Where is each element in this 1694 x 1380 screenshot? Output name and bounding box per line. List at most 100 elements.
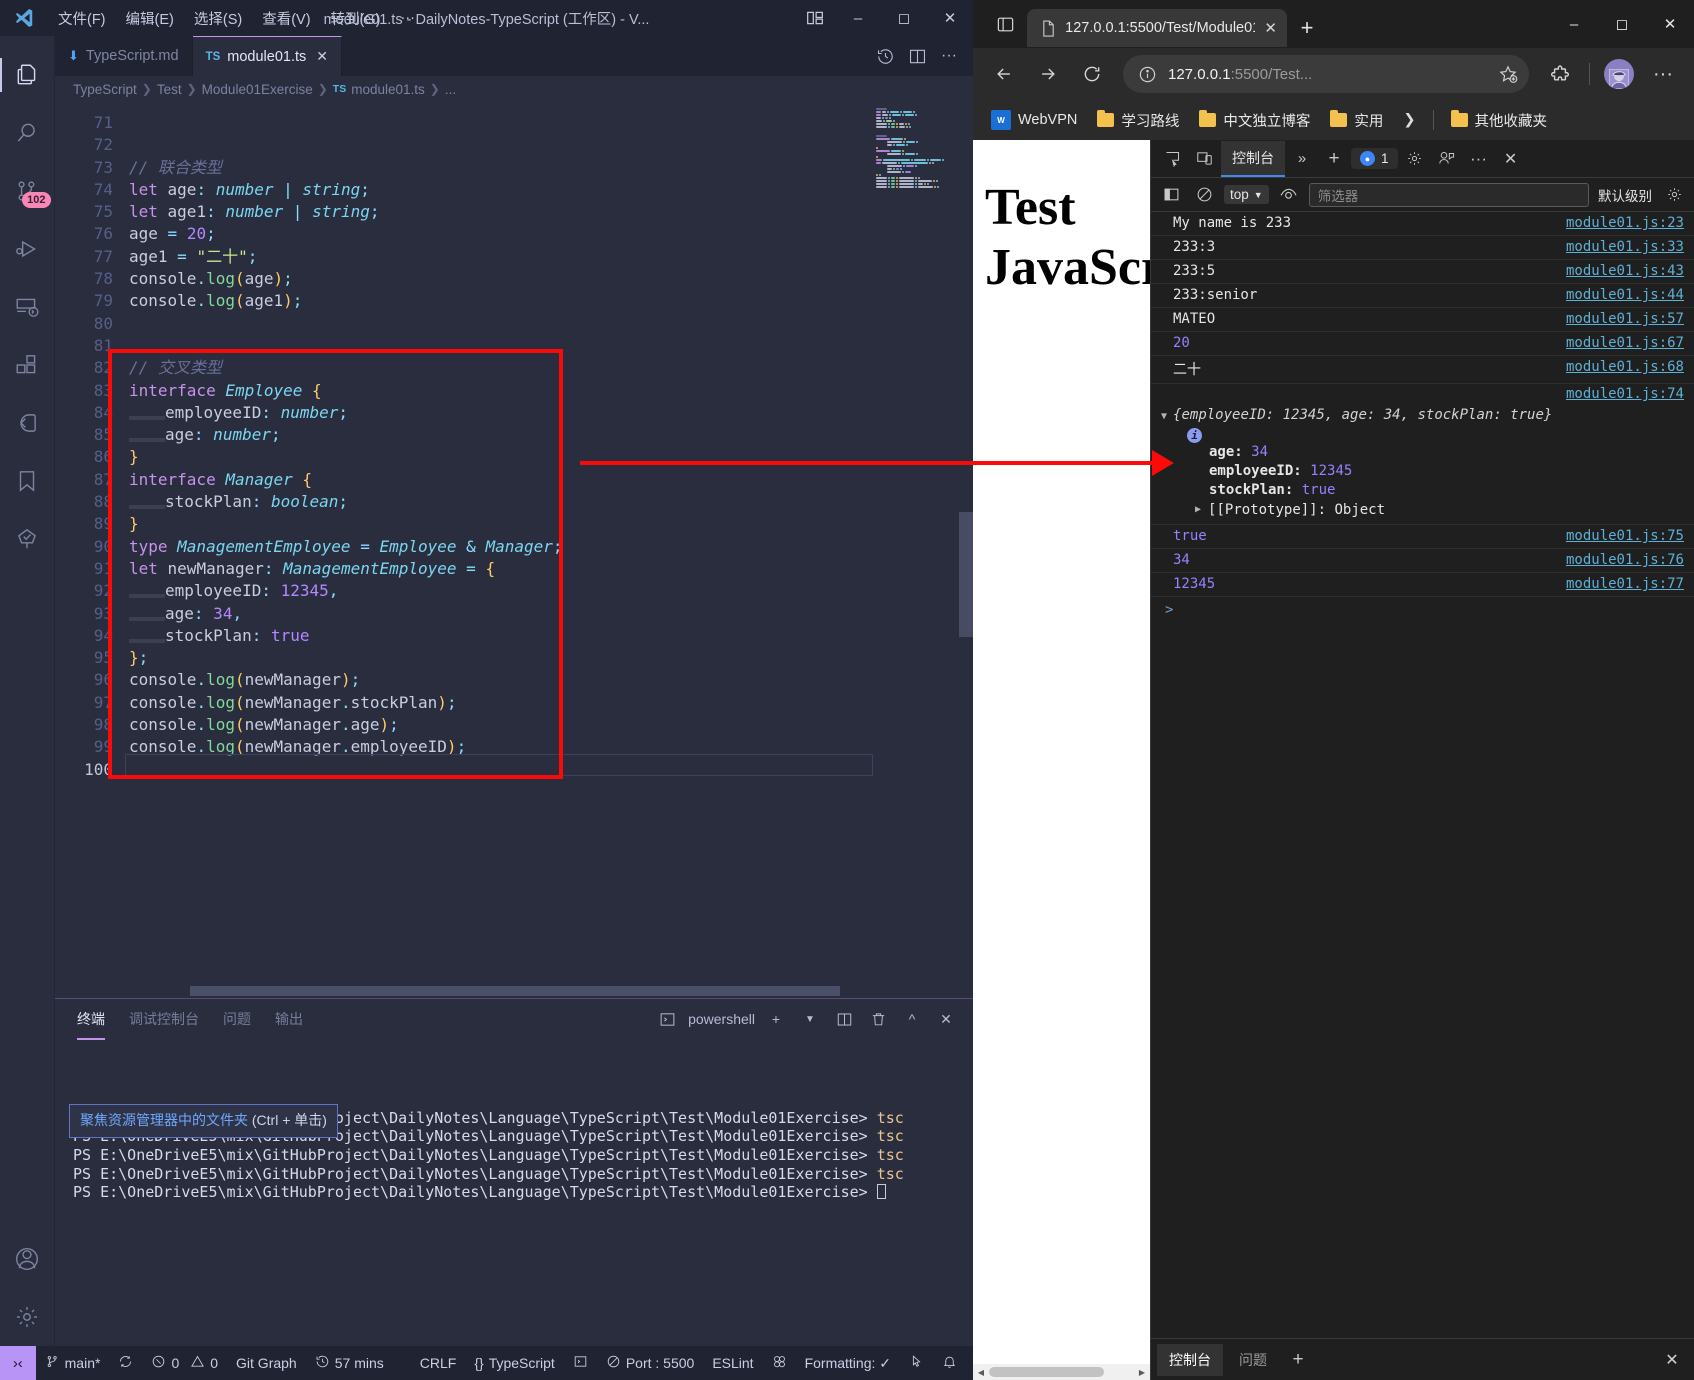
breadcrumb-item-1[interactable]: Test xyxy=(157,82,182,97)
split-terminal-icon[interactable] xyxy=(831,1006,857,1032)
breadcrumb-item-2[interactable]: Module01Exercise xyxy=(202,82,313,97)
console-message-row[interactable]: My name is 233 module01.js:23 xyxy=(1151,212,1694,236)
sidebar-item-extensions[interactable] xyxy=(0,336,55,394)
status-problems[interactable]: 0 0 xyxy=(142,1346,227,1380)
menu-edit[interactable]: 编辑(E) xyxy=(116,5,184,32)
menu-more[interactable]: ··· xyxy=(390,7,425,29)
bookmarks-overflow-icon[interactable]: ❯ xyxy=(1395,108,1423,132)
console-object-row[interactable]: module01.js:74 ▼ {employeeID: 12345, age: … xyxy=(1151,384,1694,525)
status-terminal-toggle[interactable] xyxy=(564,1346,597,1380)
scroll-right-arrow-icon[interactable]: ▶ xyxy=(1134,1364,1150,1380)
breadcrumb-item-3[interactable]: module01.ts xyxy=(351,82,425,97)
window-close-button[interactable]: ✕ xyxy=(927,0,973,36)
feedback-icon[interactable] xyxy=(1432,144,1462,174)
panel-tab-terminal[interactable]: 终端 xyxy=(77,1000,105,1040)
panel-tab-output[interactable]: 输出 xyxy=(275,1000,303,1038)
editor-vertical-scrollbar[interactable] xyxy=(959,102,973,998)
code-line[interactable]: } xyxy=(125,513,973,535)
close-panel-icon[interactable]: ✕ xyxy=(933,1006,959,1032)
clear-console-icon[interactable] xyxy=(1191,182,1217,208)
terminal-shell-label[interactable]: powershell xyxy=(688,1011,755,1027)
code-line[interactable]: console.log(newManager.age); xyxy=(125,714,973,736)
show-console-sidebar-icon[interactable] xyxy=(1158,182,1184,208)
code-line[interactable]: console.log(age); xyxy=(125,268,973,290)
code-line[interactable]: age = 20; xyxy=(125,223,973,245)
status-timer[interactable]: 57 mins xyxy=(306,1346,393,1380)
sidebar-item-bookmarks[interactable] xyxy=(0,452,55,510)
profile-avatar[interactable] xyxy=(1600,55,1638,93)
terminal-line[interactable]: PS E:\OneDriveE5\mix\GitHubProject\Daily… xyxy=(73,1165,973,1184)
bookmark-webvpn[interactable]: W WebVPN xyxy=(983,106,1085,134)
console-filter-input[interactable]: 筛选器 xyxy=(1308,182,1589,207)
code-line[interactable]: // 联合类型 xyxy=(125,157,973,179)
inspect-element-icon[interactable] xyxy=(1157,144,1187,174)
console-object-prototype[interactable]: ▶ [[Prototype]]: Object xyxy=(1161,500,1684,520)
scrollbar-thumb[interactable] xyxy=(959,512,973,637)
drawer-tab-console[interactable]: 控制台 xyxy=(1157,1343,1223,1380)
chevron-double-right-icon[interactable]: » xyxy=(1287,144,1317,174)
console-level-select[interactable]: 默认级别 xyxy=(1596,185,1654,205)
address-bar[interactable]: 127.0.0.1:5500/Test... xyxy=(1123,55,1529,93)
status-screencast[interactable] xyxy=(900,1346,933,1380)
console-source-link[interactable]: module01.js:23 xyxy=(1552,215,1684,231)
tab-close-icon[interactable]: ✕ xyxy=(316,48,328,65)
terminal-line[interactable]: PS E:\OneDriveE5\mix\GitHubProject\Daily… xyxy=(73,1146,973,1165)
console-message-row[interactable]: 233:5 module01.js:43 xyxy=(1151,260,1694,284)
console-message-row[interactable]: 二十 module01.js:68 xyxy=(1151,356,1694,384)
status-eol[interactable]: CRLF xyxy=(411,1346,466,1380)
browser-tab[interactable]: 127.0.0.1:5500/Test/Module01Ex ✕ xyxy=(1027,9,1287,47)
code-line[interactable]: stockPlan: boolean; xyxy=(125,491,973,513)
device-toolbar-icon[interactable] xyxy=(1189,144,1219,174)
sidebar-item-remote-explorer[interactable] xyxy=(0,278,55,336)
status-broadcast[interactable] xyxy=(763,1346,796,1380)
sidebar-item-source-control[interactable]: 102 xyxy=(0,162,55,220)
expand-triangle-icon[interactable]: ▶ xyxy=(1195,500,1201,520)
terminal-output[interactable]: 聚焦资源管理器中的文件夹 (Ctrl + 单击) PS E:\OneDriveE… xyxy=(55,1039,973,1346)
issues-badge[interactable]: ● 1 xyxy=(1351,148,1398,169)
add-favorite-icon[interactable] xyxy=(1495,61,1521,87)
code-line[interactable] xyxy=(125,335,973,357)
expand-triangle-icon[interactable]: ▼ xyxy=(1161,407,1167,427)
info-badge-icon[interactable]: i xyxy=(1187,428,1202,443)
console-input-prompt[interactable]: > xyxy=(1151,597,1694,623)
sidebar-item-project-manager[interactable] xyxy=(0,510,55,568)
bookmark-folder-study[interactable]: 学习路线 xyxy=(1089,106,1187,135)
code-line[interactable]: console.log(age1); xyxy=(125,290,973,312)
new-terminal-icon[interactable]: + xyxy=(763,1006,789,1032)
console-settings-gear-icon[interactable] xyxy=(1661,182,1687,208)
customize-layout-icon[interactable] xyxy=(795,9,835,27)
code-line[interactable]: // 交叉类型 xyxy=(125,357,973,379)
console-source-link[interactable]: module01.js:74 xyxy=(1566,386,1684,402)
tab-module01-ts[interactable]: TS module01.ts ✕ xyxy=(192,36,343,76)
window-minimize-button[interactable]: – xyxy=(1550,0,1598,48)
drawer-tab-issues[interactable]: 问题 xyxy=(1227,1344,1279,1376)
vscode-menubar[interactable]: 文件(F) 编辑(E) 选择(S) 查看(V) 转到(G) ··· xyxy=(48,5,425,32)
tab-actions-icon[interactable] xyxy=(983,4,1027,44)
console-context-select[interactable]: top ▼ xyxy=(1224,185,1269,204)
breadcrumb-item-4[interactable]: ... xyxy=(445,82,456,97)
code-line[interactable]: employeeID: 12345, xyxy=(125,580,973,602)
status-formatting[interactable]: Formatting: ✓ xyxy=(796,1346,900,1380)
more-actions-icon[interactable]: ··· xyxy=(935,42,963,70)
code-line[interactable]: age: number; xyxy=(125,424,973,446)
reload-button[interactable] xyxy=(1073,55,1111,93)
code-line[interactable] xyxy=(125,313,973,335)
console-message-row[interactable]: 233:senior module01.js:44 xyxy=(1151,284,1694,308)
timeline-icon[interactable] xyxy=(871,42,899,70)
console-source-link[interactable]: module01.js:33 xyxy=(1552,239,1684,255)
code-line[interactable] xyxy=(125,759,973,781)
chevron-down-icon[interactable]: ▼ xyxy=(797,1006,823,1032)
scroll-left-arrow-icon[interactable]: ◀ xyxy=(973,1364,989,1380)
remote-window-icon[interactable]: ›‹ xyxy=(0,1346,36,1380)
window-maximize-button[interactable]: ◻ xyxy=(1598,0,1646,48)
code-line[interactable]: }; xyxy=(125,647,973,669)
console-source-link[interactable]: module01.js:77 xyxy=(1552,576,1684,592)
sidebar-item-run-debug[interactable] xyxy=(0,220,55,278)
code-line[interactable]: type ManagementEmployee = Employee & Man… xyxy=(125,536,973,558)
extensions-icon[interactable] xyxy=(1541,55,1579,93)
editor-horizontal-scrollbar[interactable] xyxy=(125,986,873,996)
code-line[interactable]: age1 = "二十"; xyxy=(125,246,973,268)
code-line[interactable]: } xyxy=(125,446,973,468)
code-line[interactable]: console.log(newManager.stockPlan); xyxy=(125,692,973,714)
panel-tab-debug-console[interactable]: 调试控制台 xyxy=(129,1000,199,1038)
